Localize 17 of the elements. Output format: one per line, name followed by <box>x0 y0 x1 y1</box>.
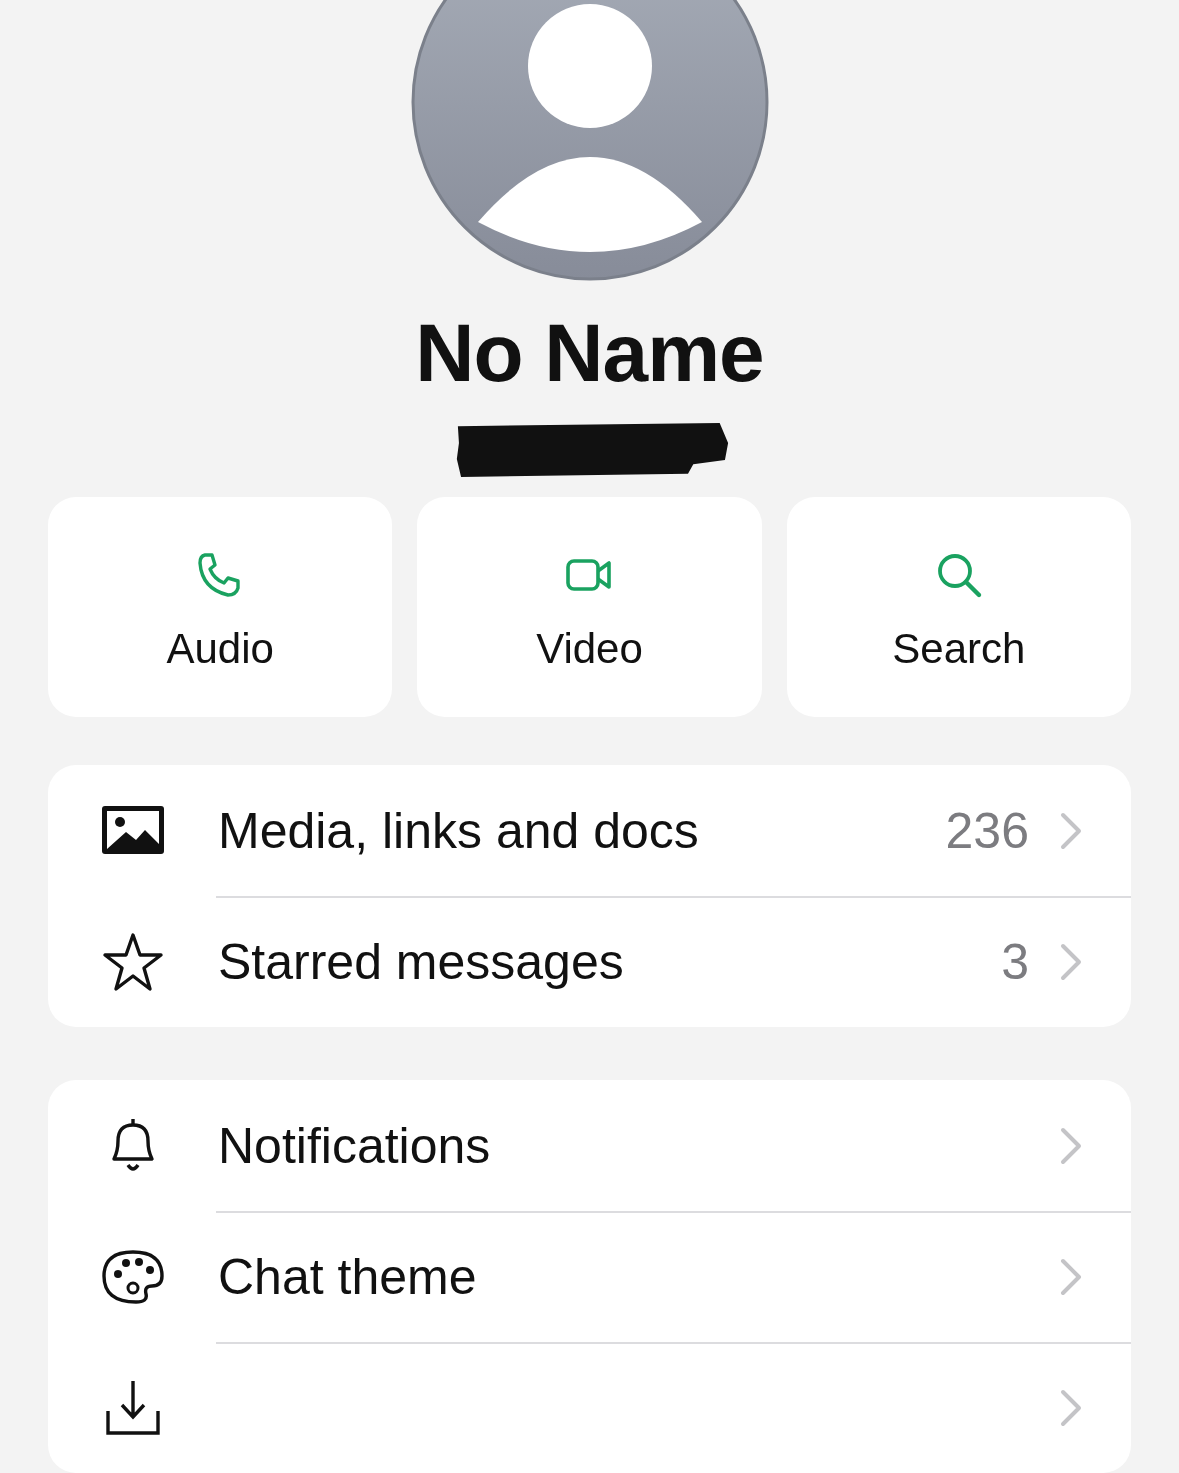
row-label[interactable]: Notifications <box>218 1116 1059 1175</box>
row-label[interactable]: Starred messages <box>218 932 1002 991</box>
avatar-icon <box>409 0 770 282</box>
star-icon <box>100 930 166 993</box>
audio-button[interactable]: Audio <box>48 497 393 717</box>
contact-name: No Name <box>415 312 764 394</box>
chevron-icon <box>1059 1387 1083 1428</box>
row-label[interactable]: Media, links and docs <box>218 801 946 860</box>
chevron-icon <box>1059 810 1083 851</box>
search-button[interactable]: Search <box>786 497 1131 717</box>
row-value: 3 <box>1001 932 1029 991</box>
row-label[interactable]: Chat theme <box>218 1247 1059 1306</box>
row-value: 236 <box>945 801 1029 860</box>
chevron-icon <box>1059 1125 1083 1166</box>
chevron-icon <box>1059 1256 1083 1297</box>
video-button[interactable]: Video <box>417 497 762 717</box>
chevron-icon <box>1059 941 1083 982</box>
